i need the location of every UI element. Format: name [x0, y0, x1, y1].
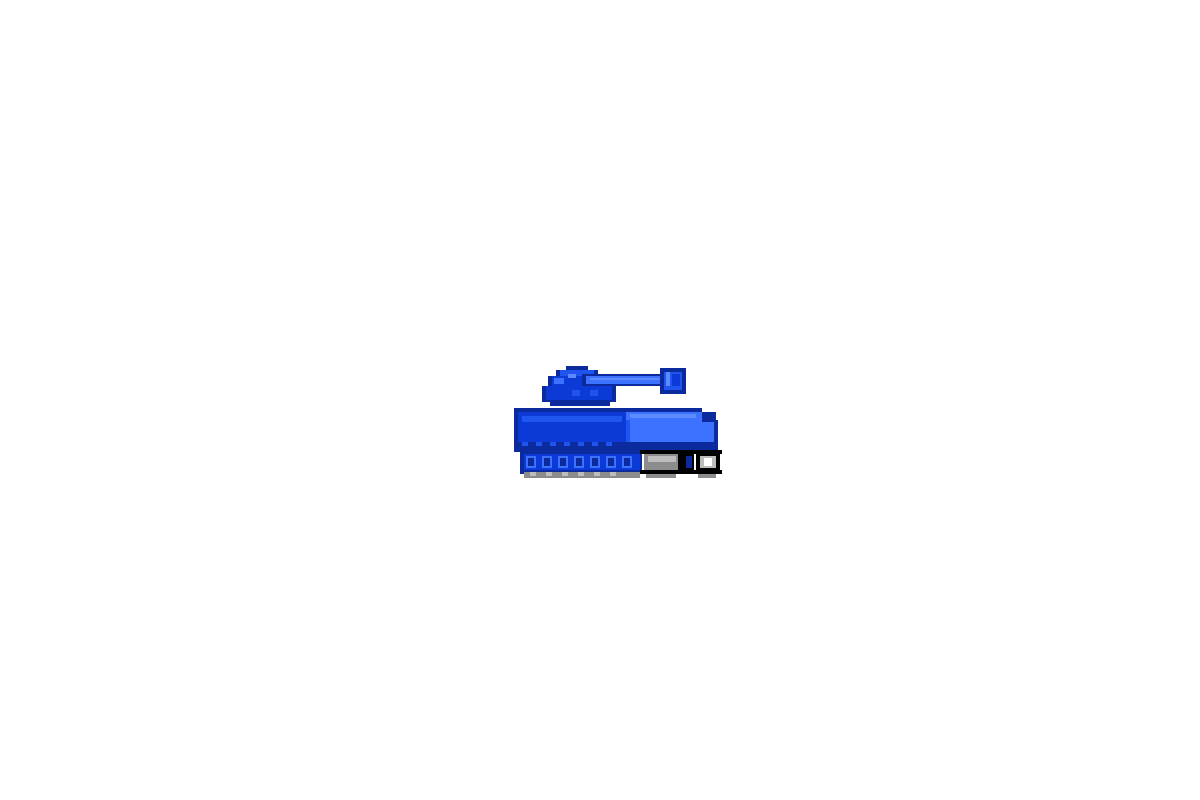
tank-hull — [514, 408, 718, 452]
game-stage — [0, 0, 1200, 800]
tank-tracks — [520, 450, 722, 478]
blue-tank-sprite — [512, 362, 728, 482]
tank-icon — [514, 366, 722, 478]
